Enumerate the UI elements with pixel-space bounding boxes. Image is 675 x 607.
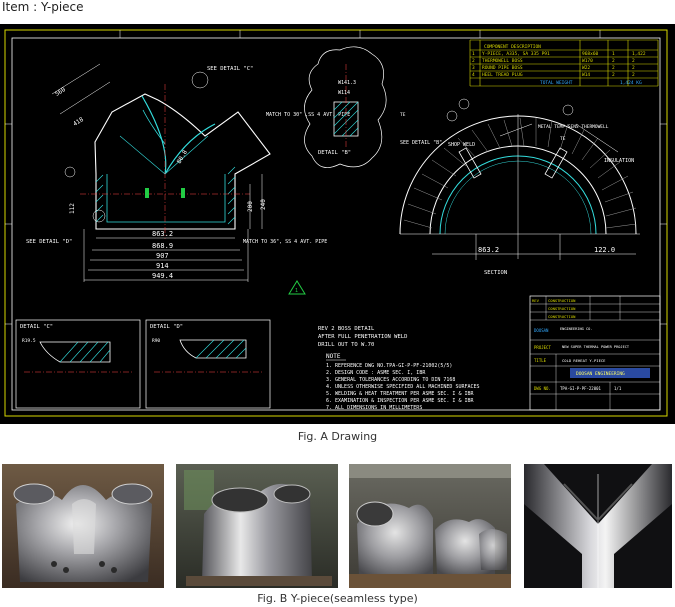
bom-row-4-size: W14 <box>582 72 590 78</box>
svg-text:PROJECT: PROJECT <box>534 345 551 350</box>
bom-row-4-qty: 2 <box>612 72 615 78</box>
svg-text:W141.3: W141.3 <box>338 80 356 86</box>
svg-text:W114: W114 <box>338 90 350 96</box>
see-detail-b-label: SEE DETAIL "B" <box>400 140 442 146</box>
see-detail-c-label: SEE DETAIL "C" <box>207 66 253 72</box>
svg-text:418: 418 <box>72 116 85 128</box>
photo-y-pieces-row <box>349 464 511 588</box>
svg-text:240: 240 <box>260 199 267 210</box>
bom-row-1-wt: 1,422 <box>632 51 646 57</box>
dim-907: 907 <box>156 252 169 260</box>
svg-text:TE: TE <box>560 136 566 142</box>
bom-row-4-no: 4 <box>472 72 475 78</box>
boss-detail: REV 2 BOSS DETAIL AFTER FULL PENETRATION… <box>318 326 407 348</box>
cad-drawing: 863.2 868.9 907 914 949.4 SEE DETAIL "C"… <box>0 24 675 424</box>
svg-text:560: 560 <box>54 86 67 98</box>
note-4: 4. UNLESS OTHERWISE SPECIFIED ALL MACHIN… <box>326 384 480 390</box>
fig-b-caption: Fig. B Y-piece(seamless type) <box>257 592 418 605</box>
bom-row-2-qty: 2 <box>612 58 615 64</box>
photo-y-piece-front <box>2 464 164 588</box>
bom-row-1-desc: Y-PIECE, A335, SA 335 P91 <box>482 51 550 57</box>
see-detail-d-label: SEE DETAIL "D" <box>26 239 72 245</box>
note-3: 3. GENERAL TOLERANCES ACCORDING TO DIN 7… <box>326 377 455 383</box>
svg-text:DWG NO.: DWG NO. <box>534 386 551 391</box>
detail-c-title: DETAIL "C" <box>20 324 53 330</box>
detail-b-title: DETAIL "B" <box>318 150 351 156</box>
bom-row-1-size: 968x60 <box>582 51 599 57</box>
title-block-dwg-no: TPA-GI-P-PF-22001 <box>560 386 602 391</box>
svg-text:80.8: 80.8 <box>176 149 189 165</box>
bom-row-2-desc: THERMOWELL BOSS <box>482 58 523 64</box>
boss-detail-line-1: REV 2 BOSS DETAIL <box>318 326 375 332</box>
bom-row-3-no: 3 <box>472 65 475 71</box>
bom-row-2-size: W170 <box>582 58 593 64</box>
detail-c-box: DETAIL "C" R19.5 <box>15 319 141 409</box>
bom-total-value: 1,424 KG <box>620 80 642 86</box>
svg-text:112: 112 <box>69 203 76 214</box>
dim-863-2: 863.2 <box>152 230 173 238</box>
photo-y-piece-side <box>176 464 338 588</box>
match-bottom-label: MATCH TO 36", SS 4 AVT. PIPE <box>243 239 327 245</box>
detail-b-view: W141.3 W114 DETAIL "B" <box>304 46 387 168</box>
svg-text:TE: TE <box>400 112 406 118</box>
svg-text:200: 200 <box>247 201 254 212</box>
note-6: 6. EXAMINATION & INSPECTION PER ASME SEC… <box>326 398 474 404</box>
detail-d-box: DETAIL "D" R90 <box>145 319 271 409</box>
section-view: 863.2 122.0 SHOP WELD INSULATION METAL T… <box>399 98 640 276</box>
fig-a-caption: Fig. A Drawing <box>297 430 378 443</box>
note-7: 7. ALL DIMENSIONS IN MILLIMETERS <box>326 405 422 411</box>
svg-text:CONSTRUCTION: CONSTRUCTION <box>548 298 576 303</box>
bom-row-1-no: 1 <box>472 51 475 57</box>
bom-row-4-desc: HEEL TREAD PLUG <box>482 72 523 78</box>
boss-detail-line-3: DRILL OUT TO W.70 <box>318 342 374 348</box>
bom-row-3-size: W22 <box>582 65 590 71</box>
note-5: 5. WELDING & HEAT TREATMENT PER ASME SEC… <box>326 391 474 397</box>
notes-block: NOTE 1. REFERENCE DWG NO.TPA-GI-P-PF-210… <box>326 353 480 411</box>
boss-detail-line-2: AFTER FULL PENETRATION WELD <box>318 334 407 340</box>
dim-914: 914 <box>156 262 169 270</box>
svg-text:1: 1 <box>295 288 298 294</box>
bom-row-3-wt: 2 <box>632 65 635 71</box>
insulation-label: INSULATION <box>604 158 634 164</box>
note-1: 1. REFERENCE DWG NO.TPA-GI-P-PF-21002(5/… <box>326 363 452 369</box>
dim-949-4: 949.4 <box>152 272 173 280</box>
svg-text:CONSTRUCTION: CONSTRUCTION <box>548 306 576 311</box>
svg-text:COMPONENT DESCRIPTION: COMPONENT DESCRIPTION <box>484 44 541 50</box>
svg-text:R90: R90 <box>152 338 160 344</box>
notes-heading: NOTE <box>326 353 341 360</box>
svg-text:ENGINEERING CO.: ENGINEERING CO. <box>560 327 592 331</box>
svg-text:TITLE: TITLE <box>534 358 547 363</box>
shop-weld-label: SHOP WELD <box>448 142 475 148</box>
svg-text:REV: REV <box>532 298 540 303</box>
bom-total-label: TOTAL WEIGHT <box>540 80 573 86</box>
title-block-company: DOOSAN ENGINEERING <box>576 371 625 377</box>
note-2: 2. DESIGN CODE : ASME SEC. I, IBR <box>326 370 426 376</box>
bom-row-3-qty: 2 <box>612 65 615 71</box>
bom-row-2-wt: 2 <box>632 58 635 64</box>
section-dim-122: 122.0 <box>594 246 615 254</box>
dim-868-9: 868.9 <box>152 242 173 250</box>
item-title: Item : Y-piece <box>2 0 84 14</box>
svg-text:DOOSAN: DOOSAN <box>534 328 549 333</box>
detail-d-title: DETAIL "D" <box>150 324 183 330</box>
section-label: SECTION <box>484 270 507 276</box>
bom-row-3-desc: ROUND PIPE BOSS <box>482 65 523 71</box>
bom-row-2-no: 2 <box>472 58 475 64</box>
bom-table: COMPONENT DESCRIPTION 1 Y-PIECE, A335, S… <box>469 39 659 87</box>
section-dim-863: 863.2 <box>478 246 499 254</box>
y-piece-elevation: 863.2 868.9 907 914 949.4 SEE DETAIL "C"… <box>26 63 350 295</box>
metal-temp-label: METAL TEMP SENS THERMOWELL <box>538 124 609 130</box>
title-block: REV CONSTRUCTION CONSTRUCTION CONSTRUCTI… <box>529 295 661 411</box>
svg-text:R19.5: R19.5 <box>22 338 36 344</box>
bom-row-4-wt: 2 <box>632 72 635 78</box>
title-block-project: NEW SUPER THERMAL POWER PROJECT <box>562 345 630 349</box>
bom-row-1-qty: 1 <box>612 51 615 57</box>
match-top-label: MATCH TO 30" ,SS 4 AVT. PIPE <box>266 112 350 118</box>
svg-text:CONSTRUCTION: CONSTRUCTION <box>548 314 576 319</box>
svg-text:1/1: 1/1 <box>614 386 622 391</box>
photo-y-piece-interior <box>524 464 672 588</box>
title-block-dwg-title: COLD REHEAT Y-PIECE <box>562 358 606 363</box>
